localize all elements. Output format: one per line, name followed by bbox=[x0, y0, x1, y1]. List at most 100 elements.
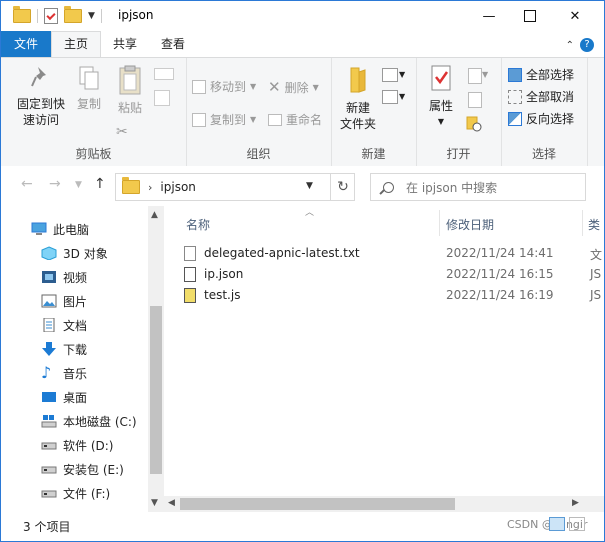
nav-item-label: 此电脑 bbox=[53, 222, 90, 237]
nav-item-downloads[interactable]: 下载 bbox=[41, 338, 87, 360]
up-arrow-icon[interactable]: ↑ bbox=[94, 176, 106, 192]
nav-item-desktop[interactable]: 桌面 bbox=[41, 386, 87, 408]
refresh-icon[interactable]: ↻ bbox=[330, 174, 355, 200]
clipboard-group-label: 剪贴板 bbox=[75, 147, 112, 161]
customize-toolbar-icon[interactable]: ▼ bbox=[88, 11, 95, 21]
scroll-down-icon[interactable]: ▼ bbox=[151, 498, 158, 508]
copy-to-button[interactable]: 复制到 ▼ bbox=[192, 111, 256, 128]
scroll-up-icon[interactable]: ▲ bbox=[151, 210, 158, 220]
address-bar[interactable]: › ipjson ▼ ↻ bbox=[115, 173, 355, 201]
collapse-ribbon-icon[interactable]: ⌃ bbox=[566, 40, 574, 51]
forward-arrow-icon[interactable]: → bbox=[49, 176, 61, 192]
breadcrumb-chevron-icon[interactable]: › bbox=[148, 181, 152, 194]
content-horizontal-scrollbar[interactable]: ◀ ▶ bbox=[164, 496, 586, 512]
video-icon bbox=[41, 270, 57, 284]
tab-share[interactable]: 共享 bbox=[101, 31, 149, 57]
new-folder-icon[interactable] bbox=[64, 6, 82, 23]
pin-quick-access-button[interactable]: 固定到快 速访问 bbox=[13, 64, 69, 128]
address-dropdown-icon[interactable]: ▼ bbox=[306, 181, 313, 191]
new-folder-button[interactable]: 新建 文件夹 bbox=[337, 64, 379, 132]
nav-item-3d-objects[interactable]: 3D 对象 bbox=[41, 242, 108, 264]
organize-group: 移动到 ▼ ✕ 删除 ▼ 复制到 ▼ 重命名 组织 bbox=[186, 58, 332, 166]
recent-locations-icon[interactable]: ▼ bbox=[75, 180, 82, 190]
invert-selection-icon bbox=[508, 111, 522, 126]
column-divider[interactable] bbox=[582, 210, 583, 236]
invert-selection-button[interactable]: 反向选择 bbox=[508, 110, 574, 127]
file-list: ︿ 名称 修改日期 类 delegated-apnic-latest.txt 2… bbox=[164, 206, 604, 512]
nav-item-drive-e[interactable]: 安装包 (E:) bbox=[41, 458, 124, 480]
3d-objects-icon bbox=[41, 246, 57, 261]
nav-item-label: 安装包 (E:) bbox=[63, 462, 124, 477]
edit-icon[interactable] bbox=[468, 92, 482, 108]
move-to-button[interactable]: 移动到 ▼ bbox=[192, 78, 256, 95]
nav-item-documents[interactable]: 文档 bbox=[41, 314, 87, 336]
copy-button[interactable]: 复制 bbox=[71, 64, 107, 112]
nav-item-label: 软件 (D:) bbox=[63, 438, 114, 453]
scroll-right-icon[interactable]: ▶ bbox=[572, 498, 579, 508]
clipboard-group: 固定到快 速访问 复制 粘贴 ✂ 剪贴板 bbox=[1, 58, 187, 166]
open-dropdown-icon[interactable]: ▼ bbox=[482, 70, 488, 79]
column-divider[interactable] bbox=[439, 210, 440, 236]
music-icon: ♪ bbox=[41, 363, 52, 382]
invert-selection-label: 反向选择 bbox=[526, 112, 575, 126]
large-icons-view-icon[interactable] bbox=[569, 517, 585, 531]
file-row[interactable]: delegated-apnic-latest.txt bbox=[184, 243, 360, 263]
close-icon: ✕ bbox=[569, 8, 581, 24]
scrollbar-thumb[interactable] bbox=[180, 498, 455, 510]
nav-item-drive-f[interactable]: 文件 (F:) bbox=[41, 482, 110, 504]
delete-button[interactable]: ✕ 删除 ▼ bbox=[268, 78, 319, 96]
paste-shortcut-icon[interactable] bbox=[154, 90, 170, 106]
column-header-type[interactable]: 类 bbox=[588, 216, 600, 233]
properties-icon[interactable] bbox=[44, 8, 58, 24]
nav-scrollbar[interactable]: ▲ ▼ bbox=[148, 206, 164, 512]
toolbar-divider bbox=[37, 9, 38, 23]
tab-file[interactable]: 文件 bbox=[1, 31, 51, 57]
history-icon[interactable] bbox=[466, 116, 482, 132]
tab-home[interactable]: 主页 bbox=[51, 31, 102, 57]
copy-path-icon[interactable] bbox=[154, 68, 174, 80]
select-none-button[interactable]: 全部取消 bbox=[508, 88, 574, 105]
easy-access-dropdown-icon[interactable]: ▼ bbox=[399, 92, 405, 101]
computer-icon bbox=[31, 222, 47, 236]
minimize-button[interactable]: — bbox=[466, 1, 512, 31]
nav-item-video[interactable]: 视频 bbox=[41, 266, 87, 288]
tab-view[interactable]: 查看 bbox=[149, 31, 197, 57]
new-item-icon[interactable] bbox=[382, 68, 398, 82]
nav-item-label: 本地磁盘 (C:) bbox=[63, 414, 137, 429]
nav-item-pictures[interactable]: 图片 bbox=[41, 290, 87, 312]
help-icon[interactable]: ? bbox=[580, 38, 594, 52]
search-input[interactable]: 在 ipjson 中搜索 bbox=[370, 173, 586, 201]
search-icon bbox=[383, 181, 394, 193]
file-row[interactable]: test.js bbox=[184, 285, 240, 305]
nav-item-drive-c[interactable]: 本地磁盘 (C:) bbox=[41, 410, 137, 432]
properties-button[interactable]: 属性 ▼ bbox=[424, 64, 458, 130]
ribbon-tabs: 文件 主页 共享 查看 bbox=[1, 31, 604, 57]
maximize-button[interactable] bbox=[507, 1, 553, 31]
item-count: 3 个项目 bbox=[23, 520, 71, 534]
column-header-name[interactable]: 名称 bbox=[186, 216, 210, 233]
scroll-left-icon[interactable]: ◀ bbox=[168, 498, 175, 508]
breadcrumb-current[interactable]: ipjson bbox=[160, 180, 195, 194]
file-row[interactable]: ip.json bbox=[184, 264, 243, 284]
nav-item-label: 视频 bbox=[63, 270, 88, 285]
close-button[interactable]: ✕ bbox=[552, 1, 598, 31]
new-item-dropdown-icon[interactable]: ▼ bbox=[399, 70, 405, 79]
download-icon bbox=[41, 342, 57, 356]
cut-icon[interactable]: ✂ bbox=[116, 124, 128, 140]
paste-label: 粘贴 bbox=[117, 101, 142, 115]
column-header-date[interactable]: 修改日期 bbox=[446, 216, 494, 233]
nav-item-music[interactable]: ♪ 音乐 bbox=[41, 362, 87, 384]
rename-button[interactable]: 重命名 bbox=[268, 111, 322, 128]
back-arrow-icon[interactable]: ← bbox=[21, 176, 33, 192]
details-view-icon[interactable] bbox=[549, 517, 565, 531]
nav-item-this-pc[interactable]: 此电脑 bbox=[31, 218, 89, 240]
easy-access-icon[interactable] bbox=[382, 90, 398, 104]
open-icon[interactable] bbox=[468, 68, 482, 84]
scrollbar-thumb[interactable] bbox=[150, 306, 162, 474]
select-none-label: 全部取消 bbox=[526, 90, 575, 104]
text-file-icon bbox=[184, 245, 196, 261]
select-all-button[interactable]: 全部选择 bbox=[508, 66, 574, 83]
nav-item-drive-d[interactable]: 软件 (D:) bbox=[41, 434, 113, 456]
quick-access-toolbar: ▼ bbox=[13, 6, 102, 24]
paste-button[interactable]: 粘贴 bbox=[111, 64, 149, 116]
